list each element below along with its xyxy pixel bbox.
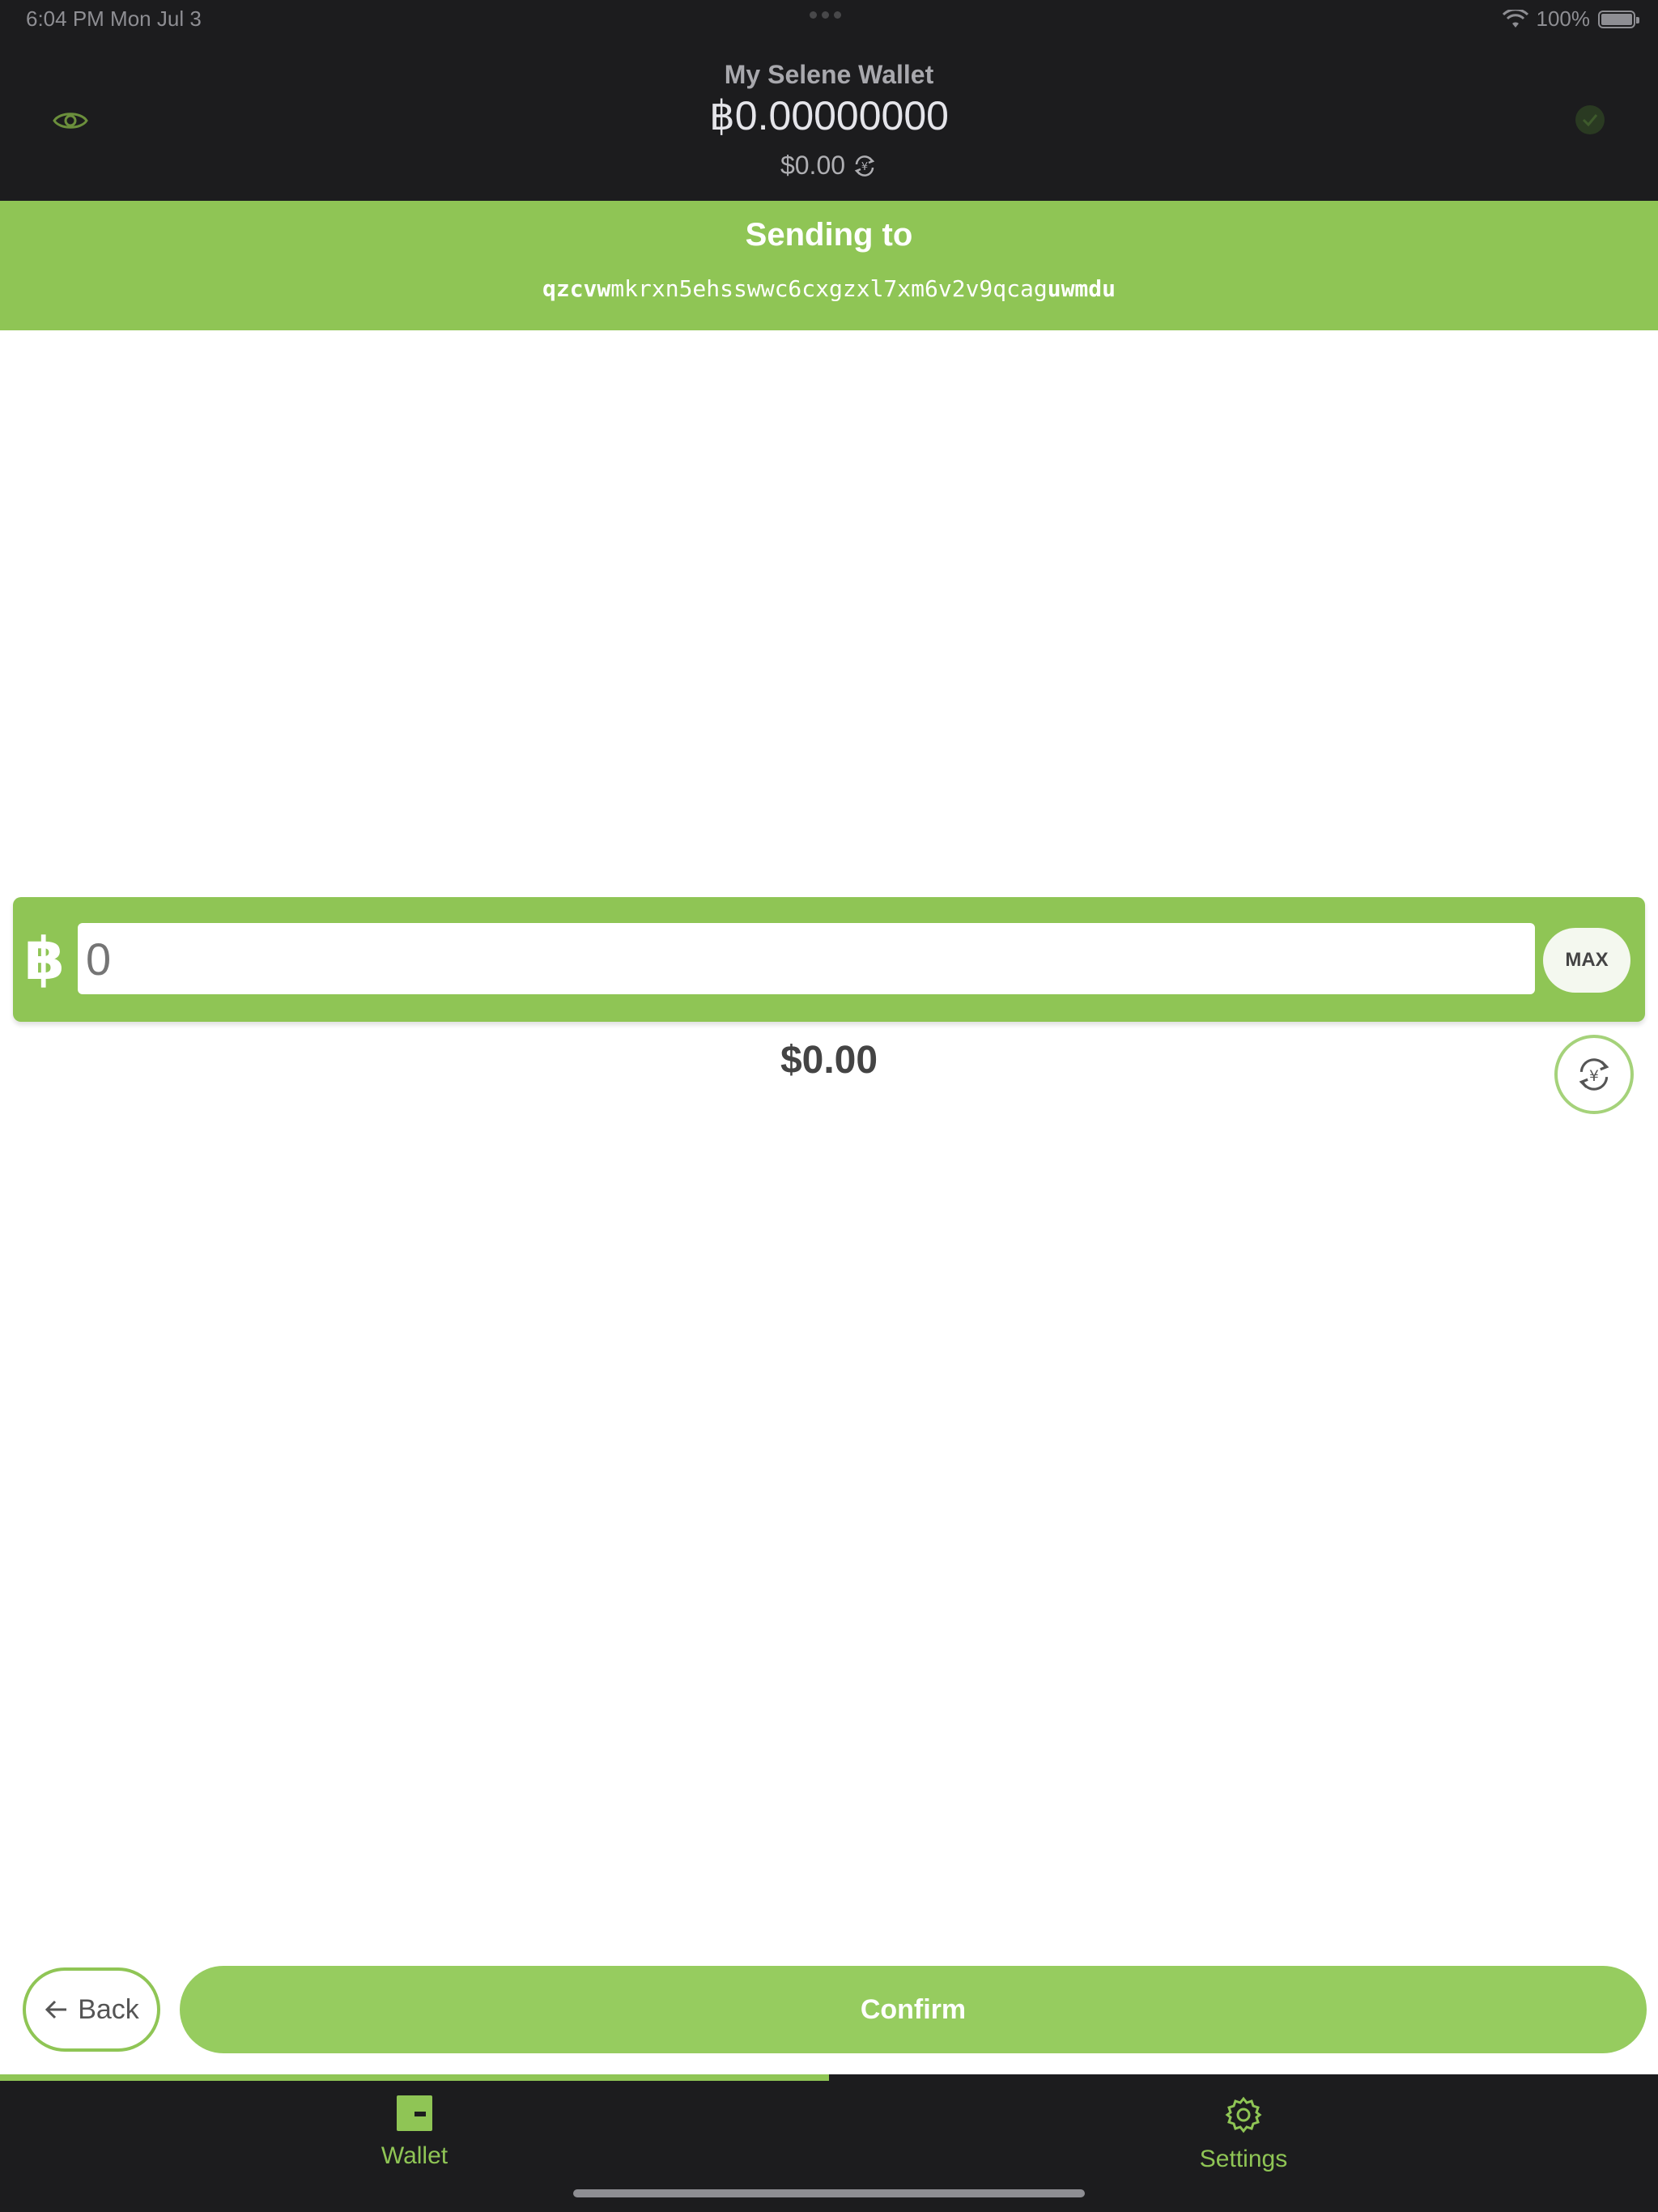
arrow-left-icon [45, 2000, 67, 2019]
tab-settings[interactable]: Settings [1122, 2095, 1365, 2173]
address-suffix: uwmdu [1047, 275, 1116, 302]
tab-wallet[interactable]: Wallet [293, 2095, 536, 2170]
status-bar: 6:04 PM Mon Jul 3 100% [0, 0, 1658, 39]
currency-swap-icon[interactable]: ¥ [852, 153, 878, 179]
recipient-address: qzcvwmkrxn5ehsswwc6cxgzxl7xm6v2v9qcaguwm… [0, 275, 1658, 302]
wallet-name: My Selene Wallet [724, 60, 934, 89]
confirm-button[interactable]: Confirm [180, 1966, 1647, 2053]
gear-icon [1225, 2096, 1262, 2133]
multitasking-dots-icon [810, 8, 848, 19]
max-button[interactable]: MAX [1543, 928, 1630, 993]
check-circle-icon [1575, 105, 1605, 134]
fiat-equivalent: $0.00 [780, 1039, 878, 1082]
tab-settings-label: Settings [1199, 2146, 1288, 2172]
home-indicator [573, 2189, 1085, 2197]
status-right: 100% [1502, 6, 1639, 32]
balance-fiat-value: $0.00 [780, 151, 846, 180]
balance-fiat: $0.00 ¥ [0, 151, 1658, 181]
svg-text:¥: ¥ [861, 161, 868, 173]
battery-icon [1598, 10, 1639, 28]
wallet-header: My Selene Wallet ฿0.00000000 $0.00 ¥ [0, 39, 1658, 201]
back-label: Back [78, 1993, 139, 2025]
wifi-icon [1502, 9, 1528, 28]
currency-toggle-button[interactable]: ¥ [1554, 1035, 1634, 1114]
tab-wallet-label: Wallet [380, 2142, 449, 2169]
status-time: 6:04 PM Mon Jul 3 [26, 6, 202, 31]
address-middle: mkrxn5ehsswwc6cxgzxl7xm6v2v9qcag [610, 275, 1048, 302]
tab-bar: Wallet Settings [0, 2081, 1658, 2212]
sending-to-title: Sending to [745, 217, 913, 253]
svg-text:¥: ¥ [1589, 1068, 1599, 1085]
amount-input-panel: ฿ MAX [13, 897, 1645, 1022]
progress-bar [0, 2074, 1658, 2081]
battery-percent: 100% [1536, 6, 1591, 31]
amount-input[interactable] [78, 923, 1535, 994]
bch-currency-symbol: ฿ [24, 927, 66, 992]
address-prefix: qzcvw [542, 275, 611, 302]
currency-swap-icon: ¥ [1579, 1058, 1609, 1091]
balance-bch: ฿0.00000000 [709, 93, 949, 138]
progress-fill [0, 2074, 829, 2081]
back-button[interactable]: Back [23, 1967, 160, 2052]
wallet-icon [397, 2095, 432, 2131]
sending-to-banner: Sending to qzcvwmkrxn5ehsswwc6cxgzxl7xm6… [0, 201, 1658, 330]
